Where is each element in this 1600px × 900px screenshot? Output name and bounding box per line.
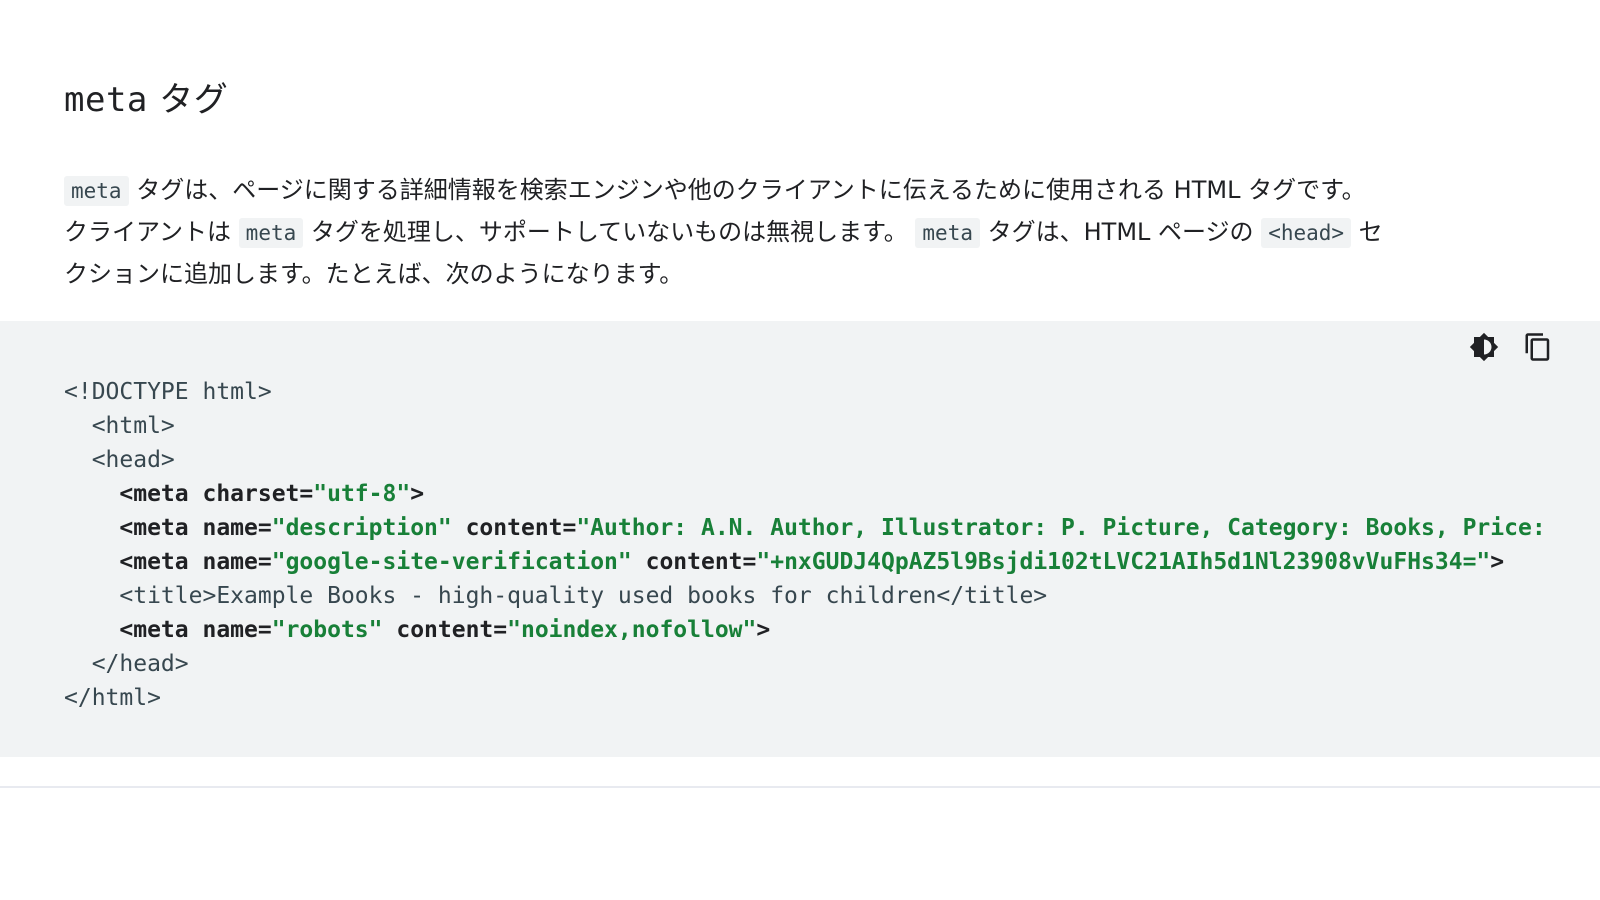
paragraph-line-1: meta タグは、ページに関する詳細情報を検索エンジンや他のクライアントに伝える… (64, 170, 1544, 212)
inline-code-meta: meta (64, 176, 129, 206)
code-line: </head> (64, 651, 189, 677)
code-string: "description" (271, 515, 452, 541)
code-line: </html> (64, 685, 161, 711)
code-tag: <meta name= (119, 617, 272, 643)
code-tag: <meta name= (119, 549, 272, 575)
code-line: <title>Example Books - high-quality used… (64, 583, 1048, 609)
copy-icon (1525, 333, 1550, 361)
paragraph-text: タグは、HTML ページの (979, 218, 1262, 246)
code-toolbar (1468, 331, 1554, 363)
code-tag: <meta name= (119, 515, 272, 541)
section-heading: meta タグ (64, 72, 228, 121)
paragraph-text: セ (1351, 218, 1383, 246)
code-line: <!DOCTYPE html> (64, 379, 272, 405)
code-line: <meta name="robots" content="noindex,nof… (64, 613, 1546, 647)
code-string: "Author: A.N. Author, Illustrator: P. Pi… (576, 515, 1546, 541)
inline-code-head: <head> (1261, 218, 1352, 248)
contrast-icon (1469, 332, 1499, 362)
copy-code-button[interactable] (1522, 331, 1554, 363)
paragraph-line-3: クションに追加します。たとえば、次のようになります。 (64, 260, 684, 288)
description-paragraph: meta タグは、ページに関する詳細情報を検索エンジンや他のクライアントに伝える… (64, 170, 1544, 295)
code-string: "utf-8" (313, 481, 411, 507)
code-tag: > (1490, 549, 1505, 575)
code-tag: content= (631, 549, 757, 575)
code-line: <meta name="description" content="Author… (64, 511, 1546, 545)
inline-code-meta: meta (915, 218, 980, 248)
divider (0, 786, 1600, 788)
heading-code-word: meta (64, 80, 148, 120)
code-string: "noindex,nofollow" (507, 617, 757, 643)
paragraph-line-2: クライアントは meta タグを処理し、サポートしていないものは無視します。 m… (64, 212, 1544, 254)
code-line: <html> (64, 413, 175, 439)
heading-text: タグ (147, 80, 229, 120)
code-string: "robots" (271, 617, 383, 643)
code-line: <head> (64, 447, 175, 473)
paragraph-text: クライアントは (64, 218, 239, 246)
code-tag: content= (382, 617, 508, 643)
paragraph-text: タグは、ページに関する詳細情報を検索エンジンや他のクライアントに伝えるために使用… (128, 176, 1366, 204)
code-tag: > (756, 617, 771, 643)
code-listing: <!DOCTYPE html> <html> <head> <meta char… (64, 375, 1546, 715)
paragraph-text: タグを処理し、サポートしていないものは無視します。 (303, 218, 908, 246)
code-string: "+nxGUDJ4QpAZ5l9Bsjdi102tLVC21AIh5d1Nl23… (756, 549, 1491, 575)
theme-toggle-button[interactable] (1468, 331, 1500, 363)
code-tag: > (410, 481, 425, 507)
code-line: <meta name="google-site-verification" co… (64, 545, 1546, 579)
code-tag: <meta charset= (119, 481, 314, 507)
code-line: <meta charset="utf-8"> (64, 477, 1546, 511)
code-string: "google-site-verification" (271, 549, 632, 575)
code-tag: content= (451, 515, 577, 541)
page: meta タグ meta タグは、ページに関する詳細情報を検索エンジンや他のクラ… (0, 0, 1600, 900)
inline-code-meta: meta (238, 218, 304, 248)
code-block: <!DOCTYPE html> <html> <head> <meta char… (0, 321, 1600, 757)
